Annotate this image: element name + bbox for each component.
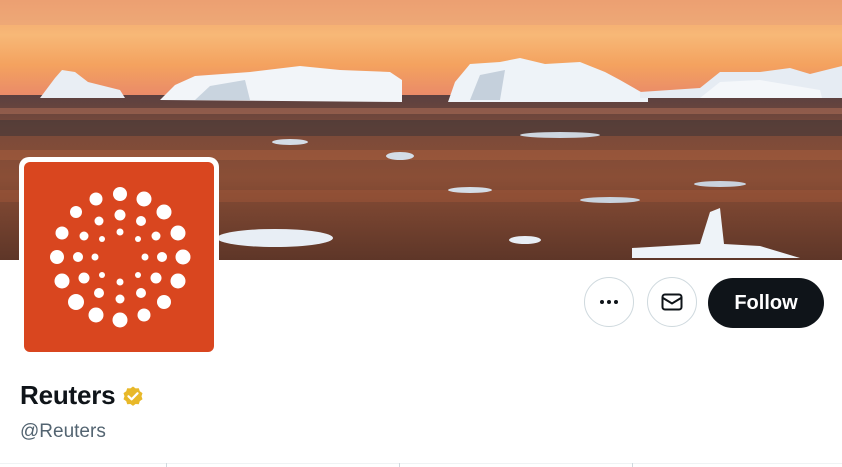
follow-button[interactable]: Follow	[708, 278, 824, 328]
more-horizontal-icon	[600, 300, 618, 304]
avatar[interactable]	[19, 157, 219, 357]
reuters-logo-icon	[24, 162, 214, 352]
user-handle: @Reuters	[20, 421, 106, 442]
reuters-logo	[24, 162, 214, 352]
more-options-button[interactable]	[584, 277, 634, 327]
envelope-icon	[661, 293, 683, 311]
verified-badge-icon[interactable]	[121, 384, 145, 408]
message-button[interactable]	[647, 277, 697, 327]
tab-separator	[166, 463, 167, 467]
tab-separator	[632, 463, 633, 467]
tabs-divider	[0, 463, 842, 464]
tab-separator	[399, 463, 400, 467]
display-name: Reuters	[20, 380, 116, 410]
profile-name-row: Reuters	[20, 380, 145, 411]
